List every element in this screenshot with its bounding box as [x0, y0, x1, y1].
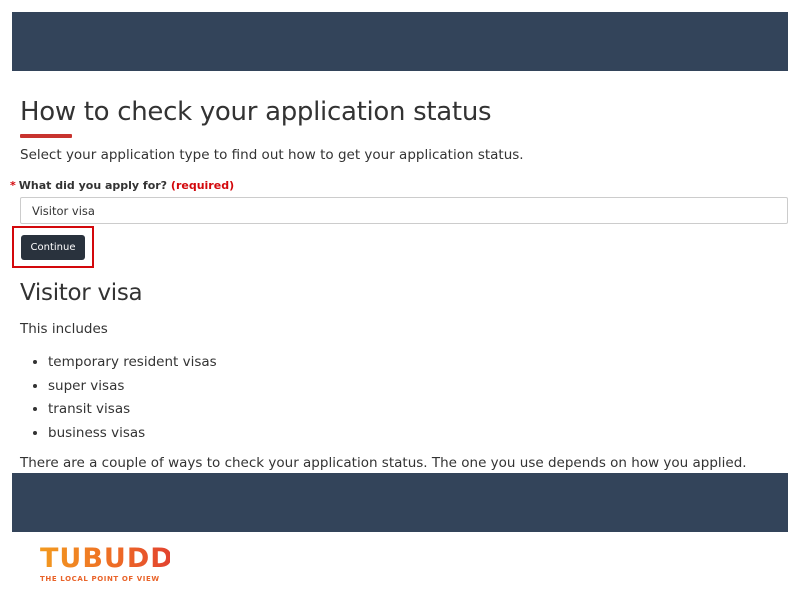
- tubudd-logo: TUBUDD THE LOCAL POINT OF VIEW: [40, 543, 174, 590]
- list-item: transit visas: [48, 398, 217, 422]
- includes-text: This includes: [20, 321, 108, 337]
- required-asterisk: *: [10, 179, 16, 192]
- list-item: temporary resident visas: [48, 351, 217, 375]
- visa-type-list: temporary resident visas super visas tra…: [20, 351, 217, 445]
- list-item: super visas: [48, 375, 217, 399]
- top-banner: [12, 12, 788, 71]
- bottom-banner: [12, 473, 788, 532]
- main-content: How to check your application status Sel…: [10, 95, 790, 471]
- section-title: Visitor visa: [20, 280, 143, 306]
- required-marker: (required): [170, 179, 235, 192]
- label-text: What did you apply for?: [18, 179, 168, 192]
- list-item: business visas: [48, 422, 217, 446]
- continue-button[interactable]: Continue: [21, 235, 85, 260]
- logo-tagline: THE LOCAL POINT OF VIEW: [40, 575, 160, 583]
- logo-wordmark: TUBUDD: [40, 543, 174, 574]
- application-type-label: * What did you apply for? (required): [10, 179, 234, 192]
- title-underline: [20, 134, 72, 138]
- ways-text: There are a couple of ways to check your…: [20, 455, 747, 471]
- application-type-select[interactable]: Visitor visa: [20, 197, 788, 224]
- intro-text: Select your application type to find out…: [20, 147, 524, 163]
- page-title: How to check your application status: [20, 97, 492, 127]
